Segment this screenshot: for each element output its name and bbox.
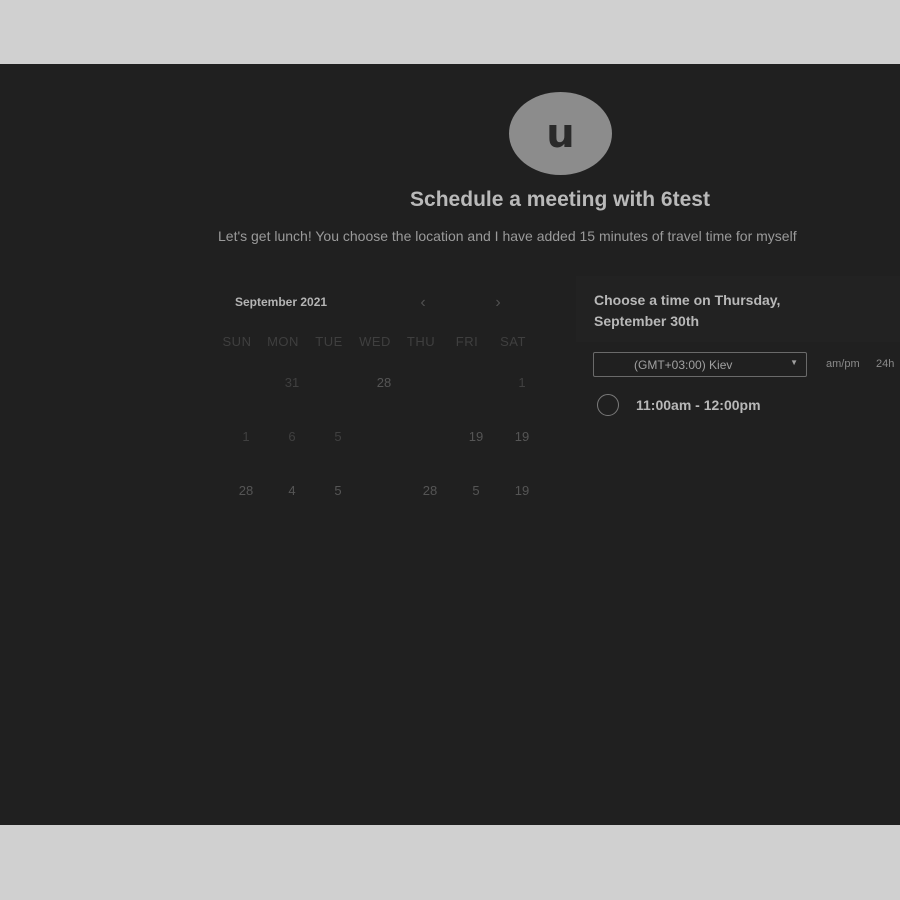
- calendar-day[interactable]: 6: [269, 429, 315, 444]
- calendar-day[interactable]: 4: [269, 483, 315, 498]
- time-slot-label: 11:00am - 12:00pm: [636, 397, 761, 413]
- calendar-month-label: September 2021: [235, 295, 328, 309]
- chevron-left-icon[interactable]: ‹: [413, 293, 433, 313]
- calendar-day[interactable]: 1: [223, 429, 269, 444]
- calendar-day[interactable]: 1: [499, 375, 545, 390]
- chevron-right-icon[interactable]: ›: [488, 293, 508, 313]
- calendar-day[interactable]: 5: [453, 483, 499, 498]
- weekday-label: WED: [359, 334, 391, 349]
- weekday-label: SUN: [222, 334, 252, 349]
- calendar-day[interactable]: 5: [315, 483, 361, 498]
- meeting-description: Let's get lunch! You choose the location…: [218, 228, 797, 244]
- caret-down-icon: ▼: [790, 358, 798, 367]
- weekday-label: SAT: [500, 334, 526, 349]
- timezone-value: (GMT+03:00) Kiev: [634, 358, 733, 372]
- calendar-day[interactable]: 19: [453, 429, 499, 444]
- avatar-letter: u: [546, 110, 575, 157]
- weekday-label: FRI: [455, 334, 479, 349]
- weekday-label: MON: [267, 334, 299, 349]
- avatar: u: [509, 92, 612, 175]
- format-ampm-toggle[interactable]: am/pm: [826, 358, 860, 370]
- time-slot[interactable]: 11:00am - 12:00pm: [597, 394, 761, 416]
- scheduling-page: u Schedule a meeting with 6test Let's ge…: [0, 64, 900, 825]
- calendar-day[interactable]: 28: [223, 483, 269, 498]
- time-heading: Choose a time on Thursday, September 30t…: [594, 292, 781, 329]
- format-24h-toggle[interactable]: 24h: [876, 358, 894, 370]
- calendar-day[interactable]: 5: [315, 429, 361, 444]
- calendar-day[interactable]: 28: [407, 483, 453, 498]
- weekday-label: THU: [406, 334, 436, 349]
- calendar-day[interactable]: 19: [499, 429, 545, 444]
- weekday-label: TUE: [315, 334, 343, 349]
- calendar-day[interactable]: 28: [361, 375, 407, 390]
- timezone-select[interactable]: (GMT+03:00) Kiev ▼: [593, 352, 807, 377]
- page-title: Schedule a meeting with 6test: [410, 188, 710, 211]
- calendar-day[interactable]: 19: [499, 483, 545, 498]
- calendar-day[interactable]: 31: [269, 375, 315, 390]
- radio-circle-icon[interactable]: [597, 394, 619, 416]
